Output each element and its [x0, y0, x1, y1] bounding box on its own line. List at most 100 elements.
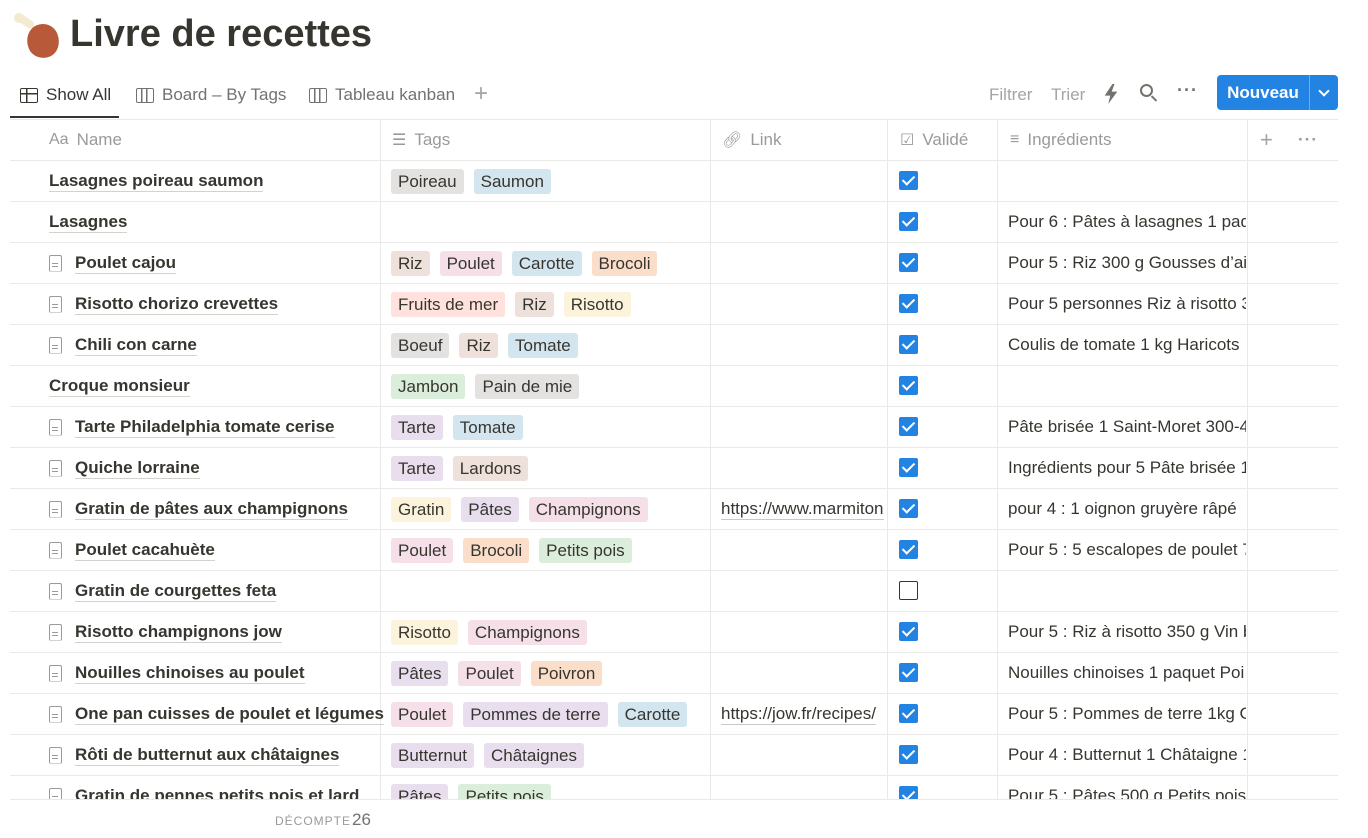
tag-chip[interactable]: Riz [391, 250, 430, 276]
valide-checkbox[interactable] [899, 458, 918, 477]
row-title[interactable]: Lasagnes [49, 212, 128, 233]
table-row[interactable]: Rôti de butternut aux châtaignes Butternu… [10, 735, 1338, 776]
tag-chip[interactable]: Risotto [391, 619, 458, 645]
tag-chip[interactable]: Saumon [473, 168, 551, 194]
row-link-cell[interactable] [721, 161, 887, 201]
link-url[interactable]: https://jow.fr/recipes/ [721, 704, 876, 725]
row-title[interactable]: Nouilles chinoises au poulet [75, 663, 305, 684]
tag-chip[interactable]: Pâtes [391, 783, 449, 799]
table-row[interactable]: Gratin de courgettes feta [10, 571, 1338, 612]
row-name-cell[interactable]: Nouilles chinoises au poulet [49, 653, 305, 693]
valide-checkbox[interactable] [899, 171, 918, 190]
column-header-ingredients[interactable]: ≡ Ingrédients [1010, 120, 1111, 160]
tag-chip[interactable]: Riz [515, 291, 554, 317]
new-button-label[interactable]: Nouveau [1217, 75, 1309, 110]
tag-chip[interactable]: Brocoli [463, 537, 530, 563]
table-row[interactable]: Croque monsieur Jambon Pain de mie [10, 366, 1338, 407]
tag-chip[interactable]: Fruits de mer [391, 291, 506, 317]
row-tags-cell[interactable]: Tarte Lardons [391, 448, 711, 488]
row-link-cell[interactable] [721, 448, 887, 488]
row-name-cell[interactable]: Quiche lorraine [49, 448, 200, 488]
valide-checkbox[interactable] [899, 376, 918, 395]
column-more-icon[interactable]: ··· [1298, 120, 1318, 160]
row-link-cell[interactable] [721, 284, 887, 324]
valide-checkbox[interactable] [899, 253, 918, 272]
tag-chip[interactable]: Pâtes [391, 660, 449, 686]
filter-button[interactable]: Filtrer [989, 85, 1032, 105]
row-ingredients-cell[interactable] [1008, 161, 1246, 201]
tag-chip[interactable]: Brocoli [591, 250, 658, 276]
search-icon[interactable] [1140, 84, 1160, 104]
valide-checkbox[interactable] [899, 745, 918, 764]
table-row[interactable]: Gratin de pâtes aux champignons Gratin Pât… [10, 489, 1338, 530]
row-title[interactable]: Chili con carne [75, 335, 197, 356]
tag-chip[interactable]: Gratin [391, 496, 452, 522]
table-row[interactable]: Tarte Philadelphia tomate cerise Tarte Tom… [10, 407, 1338, 448]
row-ingredients-cell[interactable]: Pour 5 : Pâtes 500 g Petits pois [1008, 776, 1246, 799]
tag-chip[interactable]: Butternut [391, 742, 474, 768]
view-tab-show-all[interactable]: Show All [9, 76, 120, 118]
table-row[interactable]: Gratin de pennes petits pois et lard Pâte… [10, 776, 1338, 799]
row-tags-cell[interactable]: Pâtes Poulet Poivron [391, 653, 711, 693]
row-name-cell[interactable]: Gratin de pâtes aux champignons [49, 489, 349, 529]
row-link-cell[interactable] [721, 776, 887, 799]
column-header-tags[interactable]: ☰ Tags [392, 120, 450, 160]
tag-chip[interactable]: Boeuf [391, 332, 450, 358]
row-link-cell[interactable]: https://jow.fr/recipes/ [721, 694, 887, 734]
row-name-cell[interactable]: Croque monsieur [49, 366, 190, 406]
row-name-cell[interactable]: Rôti de butternut aux châtaignes [49, 735, 340, 775]
tag-chip[interactable]: Lardons [452, 455, 529, 481]
row-name-cell[interactable]: Poulet cacahuète [49, 530, 215, 570]
table-row[interactable]: Lasagnes poireau saumon Poireau Saumon [10, 161, 1338, 202]
row-tags-cell[interactable]: Poulet Brocoli Petits pois [391, 530, 711, 570]
row-tags-cell[interactable]: Poireau Saumon [391, 161, 711, 201]
add-property-plus-icon[interactable]: + [1260, 120, 1273, 160]
column-header-name[interactable]: Aa Name [49, 120, 122, 160]
tag-chip[interactable]: Poulet [458, 660, 521, 686]
tag-chip[interactable]: Poulet [439, 250, 502, 276]
row-name-cell[interactable]: Risotto champignons jow [49, 612, 282, 652]
row-ingredients-cell[interactable]: Pour 4 : Butternut 1 Châtaigne 1 [1008, 735, 1246, 775]
drumstick-icon[interactable] [14, 10, 65, 63]
row-ingredients-cell[interactable] [1008, 571, 1246, 611]
tag-chip[interactable]: Petits pois [539, 537, 632, 563]
row-tags-cell[interactable]: Jambon Pain de mie [391, 366, 711, 406]
chevron-down-icon[interactable] [1309, 75, 1338, 110]
valide-checkbox[interactable] [899, 499, 918, 518]
row-tags-cell[interactable] [391, 202, 711, 242]
row-ingredients-cell[interactable]: Pour 5 : Riz 300 g Gousses d’ail [1008, 243, 1246, 283]
row-tags-cell[interactable]: Boeuf Riz Tomate [391, 325, 711, 365]
link-url[interactable]: https://www.marmiton [721, 499, 884, 520]
row-ingredients-cell[interactable]: Ingrédients pour 5 Pâte brisée 1 [1008, 448, 1246, 488]
tag-chip[interactable]: Petits pois [458, 783, 551, 799]
table-row[interactable]: Nouilles chinoises au poulet Pâtes Poulet P… [10, 653, 1338, 694]
row-title[interactable]: Risotto chorizo crevettes [75, 294, 279, 315]
new-button[interactable]: Nouveau [1217, 75, 1338, 110]
tag-chip[interactable]: Tomate [508, 332, 578, 358]
valide-checkbox[interactable] [899, 417, 918, 436]
valide-checkbox[interactable] [899, 212, 918, 231]
row-tags-cell[interactable]: Gratin Pâtes Champignons [391, 489, 711, 529]
valide-checkbox[interactable] [899, 335, 918, 354]
row-title[interactable]: Poulet cacahuète [75, 540, 215, 561]
tag-chip[interactable]: Champignons [467, 619, 587, 645]
row-link-cell[interactable] [721, 407, 887, 447]
row-name-cell[interactable]: One pan cuisses de poulet et légumes [49, 694, 384, 734]
row-ingredients-cell[interactable]: Pour 5 : 5 escalopes de poulet 7 [1008, 530, 1246, 570]
valide-checkbox[interactable] [899, 622, 918, 641]
row-name-cell[interactable]: Lasagnes [49, 202, 128, 242]
column-header-link[interactable]: 🔗︎ Link [722, 120, 782, 160]
tag-chip[interactable]: Poivron [530, 660, 603, 686]
tag-chip[interactable]: Poireau [391, 168, 464, 194]
row-title[interactable]: Gratin de courgettes feta [75, 581, 277, 602]
row-name-cell[interactable]: Poulet cajou [49, 243, 177, 283]
table-row[interactable]: Poulet cacahuète Poulet Brocoli Petits pois… [10, 530, 1338, 571]
row-title[interactable]: One pan cuisses de poulet et légumes [75, 704, 384, 725]
row-ingredients-cell[interactable]: Pour 6 : Pâtes à lasagnes 1 paquet [1008, 202, 1246, 242]
row-ingredients-cell[interactable]: Coulis de tomate 1 kg Haricots [1008, 325, 1246, 365]
valide-checkbox[interactable] [899, 581, 918, 600]
table-row[interactable]: Risotto chorizo crevettes Fruits de mer Ri… [10, 284, 1338, 325]
tag-chip[interactable]: Poulet [391, 701, 454, 727]
valide-checkbox[interactable] [899, 663, 918, 682]
tag-chip[interactable]: Pommes de terre [463, 701, 608, 727]
